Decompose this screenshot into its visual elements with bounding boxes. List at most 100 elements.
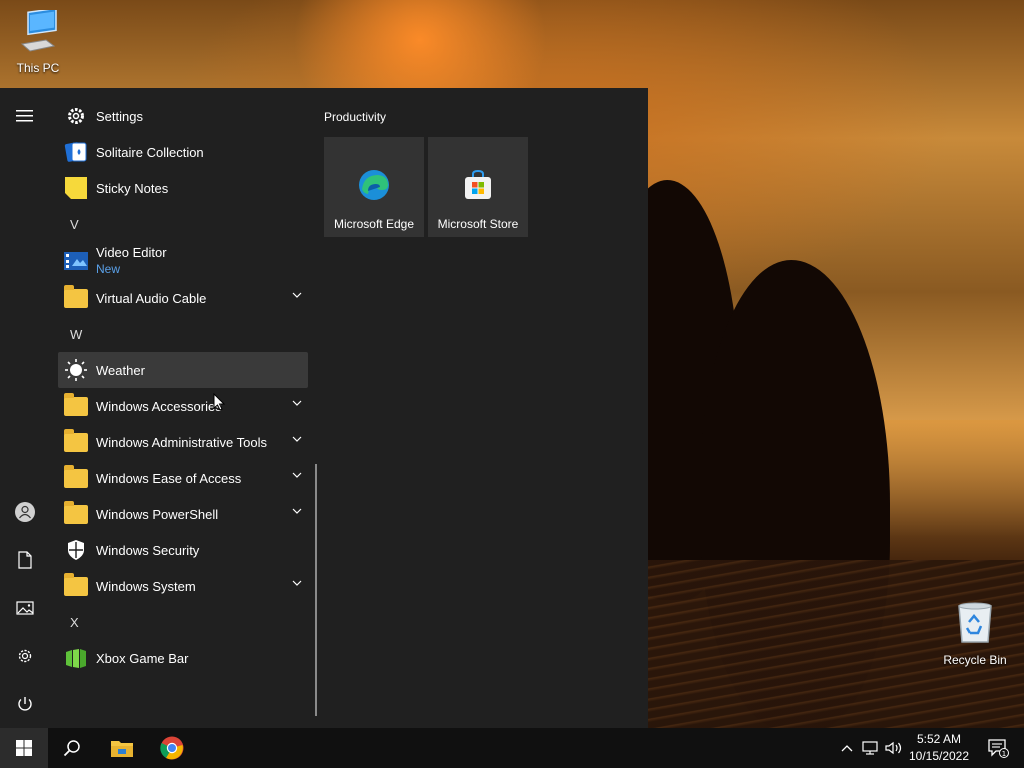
volume-button[interactable] [882,728,906,768]
file-explorer-icon [111,741,133,757]
app-virtual-audio-cable[interactable]: Virtual Audio Cable [58,280,308,316]
new-badge: New [96,262,121,276]
taskbar-clock[interactable]: 5:52 AM 10/15/2022 [904,731,974,765]
folder-icon [64,464,88,490]
app-label: Sticky Notes [96,180,169,196]
pictures-icon [16,601,34,615]
show-hidden-icons-button[interactable] [836,728,858,768]
sticky-notes-icon [64,176,88,200]
app-solitaire-collection[interactable]: Solitaire Collection [58,134,308,170]
app-sticky-notes[interactable]: Sticky Notes [58,170,308,206]
settings-button[interactable] [5,636,45,676]
tile-microsoft-store[interactable]: Microsoft Store [428,137,528,237]
user-account-icon [15,502,35,522]
app-label: Windows System [96,578,196,594]
app-windows-ease-of-access[interactable]: Windows Ease of Access [58,460,308,496]
chevron-down-icon [292,580,302,586]
tile-label: Microsoft Edge [333,217,415,231]
app-label: Windows Ease of Access [96,470,242,486]
taskbar: 5:52 AM 10/15/2022 1 [0,728,1024,768]
app-label: Xbox Game Bar [96,650,189,666]
app-list: Settings Solitaire Collection Sticky Not… [58,98,308,676]
video-editor-icon [64,249,88,273]
app-label: Weather [96,362,145,378]
chrome-icon [160,736,184,760]
folder-icon [64,284,88,310]
solitaire-cards-icon [64,140,88,164]
xbox-game-bar-icon [64,646,88,670]
chevron-down-icon [292,508,302,514]
power-button[interactable] [5,684,45,724]
start-rail [0,88,50,728]
clock-date: 10/15/2022 [908,749,970,763]
network-button[interactable] [858,728,882,768]
weather-sun-icon [64,358,88,382]
folder-icon [64,392,88,418]
app-settings[interactable]: Settings [58,98,308,134]
file-explorer-button[interactable] [98,728,146,768]
pictures-button[interactable] [5,588,45,628]
chevron-down-icon [292,436,302,442]
windows-start-icon [16,740,32,756]
folder-icon [64,428,88,454]
section-letter-x[interactable]: X [58,604,308,640]
app-weather[interactable]: Weather [58,352,308,388]
computer-icon [0,7,76,57]
app-label: Solitaire Collection [96,144,204,160]
app-xbox-game-bar[interactable]: Xbox Game Bar [58,640,308,676]
section-letter-w[interactable]: W [58,316,308,352]
app-windows-powershell[interactable]: Windows PowerShell [58,496,308,532]
desktop-icon-label: This PC [16,61,60,75]
search-button[interactable] [48,728,96,768]
app-label-group: Video Editor New [96,245,167,277]
notification-icon: 1 [988,739,1009,758]
chrome-button[interactable] [148,728,196,768]
chevron-down-icon [292,400,302,406]
mouse-cursor-icon [213,393,225,411]
desktop-icon-label: Recycle Bin [943,653,1007,667]
tile-microsoft-edge[interactable]: Microsoft Edge [324,137,424,237]
expand-menu-button[interactable] [5,96,45,136]
app-label: Windows PowerShell [96,506,219,522]
app-label: Video Editor [96,245,167,260]
action-center-button[interactable]: 1 [978,728,1018,768]
desktop-icon-recycle-bin[interactable]: Recycle Bin [937,600,1013,667]
tile-group-title[interactable]: Productivity [324,110,386,124]
app-windows-security[interactable]: Windows Security [58,532,308,568]
app-label: Windows Security [96,542,200,558]
power-icon [18,697,32,711]
section-letter-v[interactable]: V [58,206,308,242]
app-label: Virtual Audio Cable [96,290,207,306]
settings-gear-icon [64,104,88,128]
app-label: Settings [96,108,143,124]
recycle-bin-icon [937,600,1013,649]
start-menu: Settings Solitaire Collection Sticky Not… [0,88,648,728]
documents-button[interactable] [5,540,45,580]
documents-icon [18,551,32,569]
app-video-editor[interactable]: Video Editor New [58,242,308,280]
app-label: Windows Administrative Tools [96,434,267,450]
hamburger-menu-icon [16,110,33,122]
chevron-down-icon [292,292,302,298]
volume-icon [885,741,902,755]
edge-icon [358,169,390,204]
desktop-icon-this-pc[interactable]: This PC [0,7,76,75]
start-button[interactable] [0,728,48,768]
app-windows-accessories[interactable]: Windows Accessories [58,388,308,424]
tile-label: Microsoft Store [437,217,519,231]
user-account-button[interactable] [5,492,45,532]
app-windows-administrative-tools[interactable]: Windows Administrative Tools [58,424,308,460]
search-icon [63,740,80,757]
folder-icon [64,500,88,526]
store-bag-icon [462,169,494,204]
notification-count: 1 [1002,750,1006,758]
app-windows-system[interactable]: Windows System [58,568,308,604]
app-list-scrollbar[interactable] [315,464,317,716]
clock-time: 5:52 AM [916,732,962,746]
settings-gear-icon [18,649,32,663]
chevron-down-icon [292,472,302,478]
chevron-up-icon [841,745,853,752]
network-icon [862,741,878,755]
app-label: Windows Accessories [96,398,222,414]
shield-icon [64,538,88,562]
